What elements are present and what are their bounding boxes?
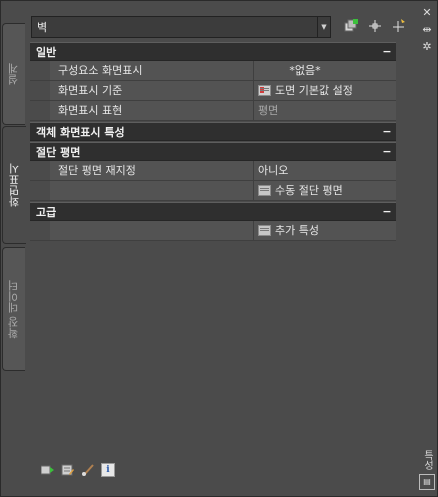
manual-cut-plane-label: 수동 절단 평면 — [275, 184, 343, 197]
tab-display[interactable]: 화면표시 — [2, 126, 26, 244]
object-type-value: 벽 — [37, 21, 48, 34]
category-general-title: 일반 — [36, 45, 57, 59]
property-name — [50, 221, 254, 240]
property-value[interactable]: 아니오 — [254, 161, 396, 180]
property-value: 평면 — [254, 101, 396, 120]
category-object-display-title: 객체 화면표시 특성 — [36, 125, 125, 139]
property-name: 절단 평면 재지정 — [50, 161, 254, 180]
bottom-toolbar: i — [41, 463, 115, 477]
property-name: 화면표시 기준 — [50, 81, 254, 100]
selector-row: 벽 ▼ — [31, 16, 411, 38]
property-row[interactable]: 추가 특성 — [30, 221, 396, 241]
chevron-down-icon[interactable]: ▼ — [317, 17, 330, 37]
palette-icon[interactable]: ▤ — [419, 474, 435, 490]
property-value-text: 도면 기본값 설정 — [275, 84, 353, 97]
quick-select-icon[interactable] — [366, 17, 384, 35]
collapse-icon[interactable]: − — [378, 145, 396, 158]
property-row[interactable]: 화면표시 기준 도면 기본값 설정 — [30, 81, 396, 101]
tab-design-label: 설계 — [7, 63, 20, 85]
tab-design[interactable]: 설계 — [2, 23, 25, 125]
worksheet-icon — [258, 185, 271, 196]
category-cut-plane-title: 절단 평면 — [36, 145, 81, 159]
category-advanced-title: 고급 — [36, 205, 57, 219]
property-name — [50, 181, 254, 200]
close-icon[interactable]: ✕ — [419, 5, 435, 21]
select-icon[interactable] — [41, 463, 55, 477]
property-name: 화면표시 표현 — [50, 101, 254, 120]
collapse-icon[interactable]: − — [378, 125, 396, 138]
worksheet-icon — [258, 225, 271, 236]
display-config-icon — [258, 85, 271, 96]
property-row[interactable]: 수동 절단 평면 — [30, 181, 396, 201]
manual-cut-plane-button[interactable]: 수동 절단 평면 — [254, 181, 396, 200]
object-type-dropdown[interactable]: 벽 ▼ — [31, 16, 331, 38]
edit-style-icon[interactable] — [61, 463, 75, 477]
category-cut-plane[interactable]: 절단 평면 − — [30, 142, 396, 161]
tab-extended-data[interactable]: 확장 데이터 — [2, 247, 25, 371]
category-general[interactable]: 일반 − — [30, 42, 396, 61]
add-object-icon[interactable] — [342, 17, 360, 35]
main-panel: 벽 ▼ 일반 − 구성요소 화면표시 *없음* 화면표시 기준 도면 기본값 설… — [25, 8, 418, 491]
brush-icon[interactable] — [81, 463, 95, 477]
additional-properties-button[interactable]: 추가 특성 — [254, 221, 396, 240]
tab-display-label: 화면표시 — [7, 163, 21, 207]
category-advanced[interactable]: 고급 − — [30, 202, 396, 221]
property-grid: 일반 − 구성요소 화면표시 *없음* 화면표시 기준 도면 기본값 설정 화면… — [30, 41, 396, 241]
property-value[interactable]: 도면 기본값 설정 — [254, 81, 396, 100]
settings-icon[interactable]: ✲ — [419, 39, 435, 55]
property-row[interactable]: 화면표시 표현 평면 — [30, 101, 396, 121]
property-row[interactable]: 절단 평면 재지정 아니오 — [30, 161, 396, 181]
autohide-icon[interactable]: ⇹ — [419, 22, 435, 38]
properties-palette: 설계 화면표시 확장 데이터 벽 ▼ 일반 − 구성요소 화면표시 *없음* 화… — [0, 0, 438, 497]
tab-extended-data-label: 확장 데이터 — [7, 279, 20, 339]
property-name: 구성요소 화면표시 — [50, 61, 254, 80]
palette-title: 특성 — [421, 450, 433, 470]
palette-title-strip: 특성 ▤ — [419, 450, 435, 490]
property-value[interactable]: *없음* — [254, 61, 396, 80]
additional-properties-label: 추가 특성 — [275, 224, 319, 237]
property-row[interactable]: 구성요소 화면표시 *없음* — [30, 61, 396, 81]
category-object-display[interactable]: 객체 화면표시 특성 − — [30, 122, 396, 141]
collapse-icon[interactable]: − — [378, 205, 396, 218]
select-objects-icon[interactable] — [390, 17, 408, 35]
collapse-icon[interactable]: − — [378, 45, 396, 58]
info-icon[interactable]: i — [101, 463, 115, 477]
title-bar-controls: ✕ ⇹ ✲ — [419, 5, 435, 56]
